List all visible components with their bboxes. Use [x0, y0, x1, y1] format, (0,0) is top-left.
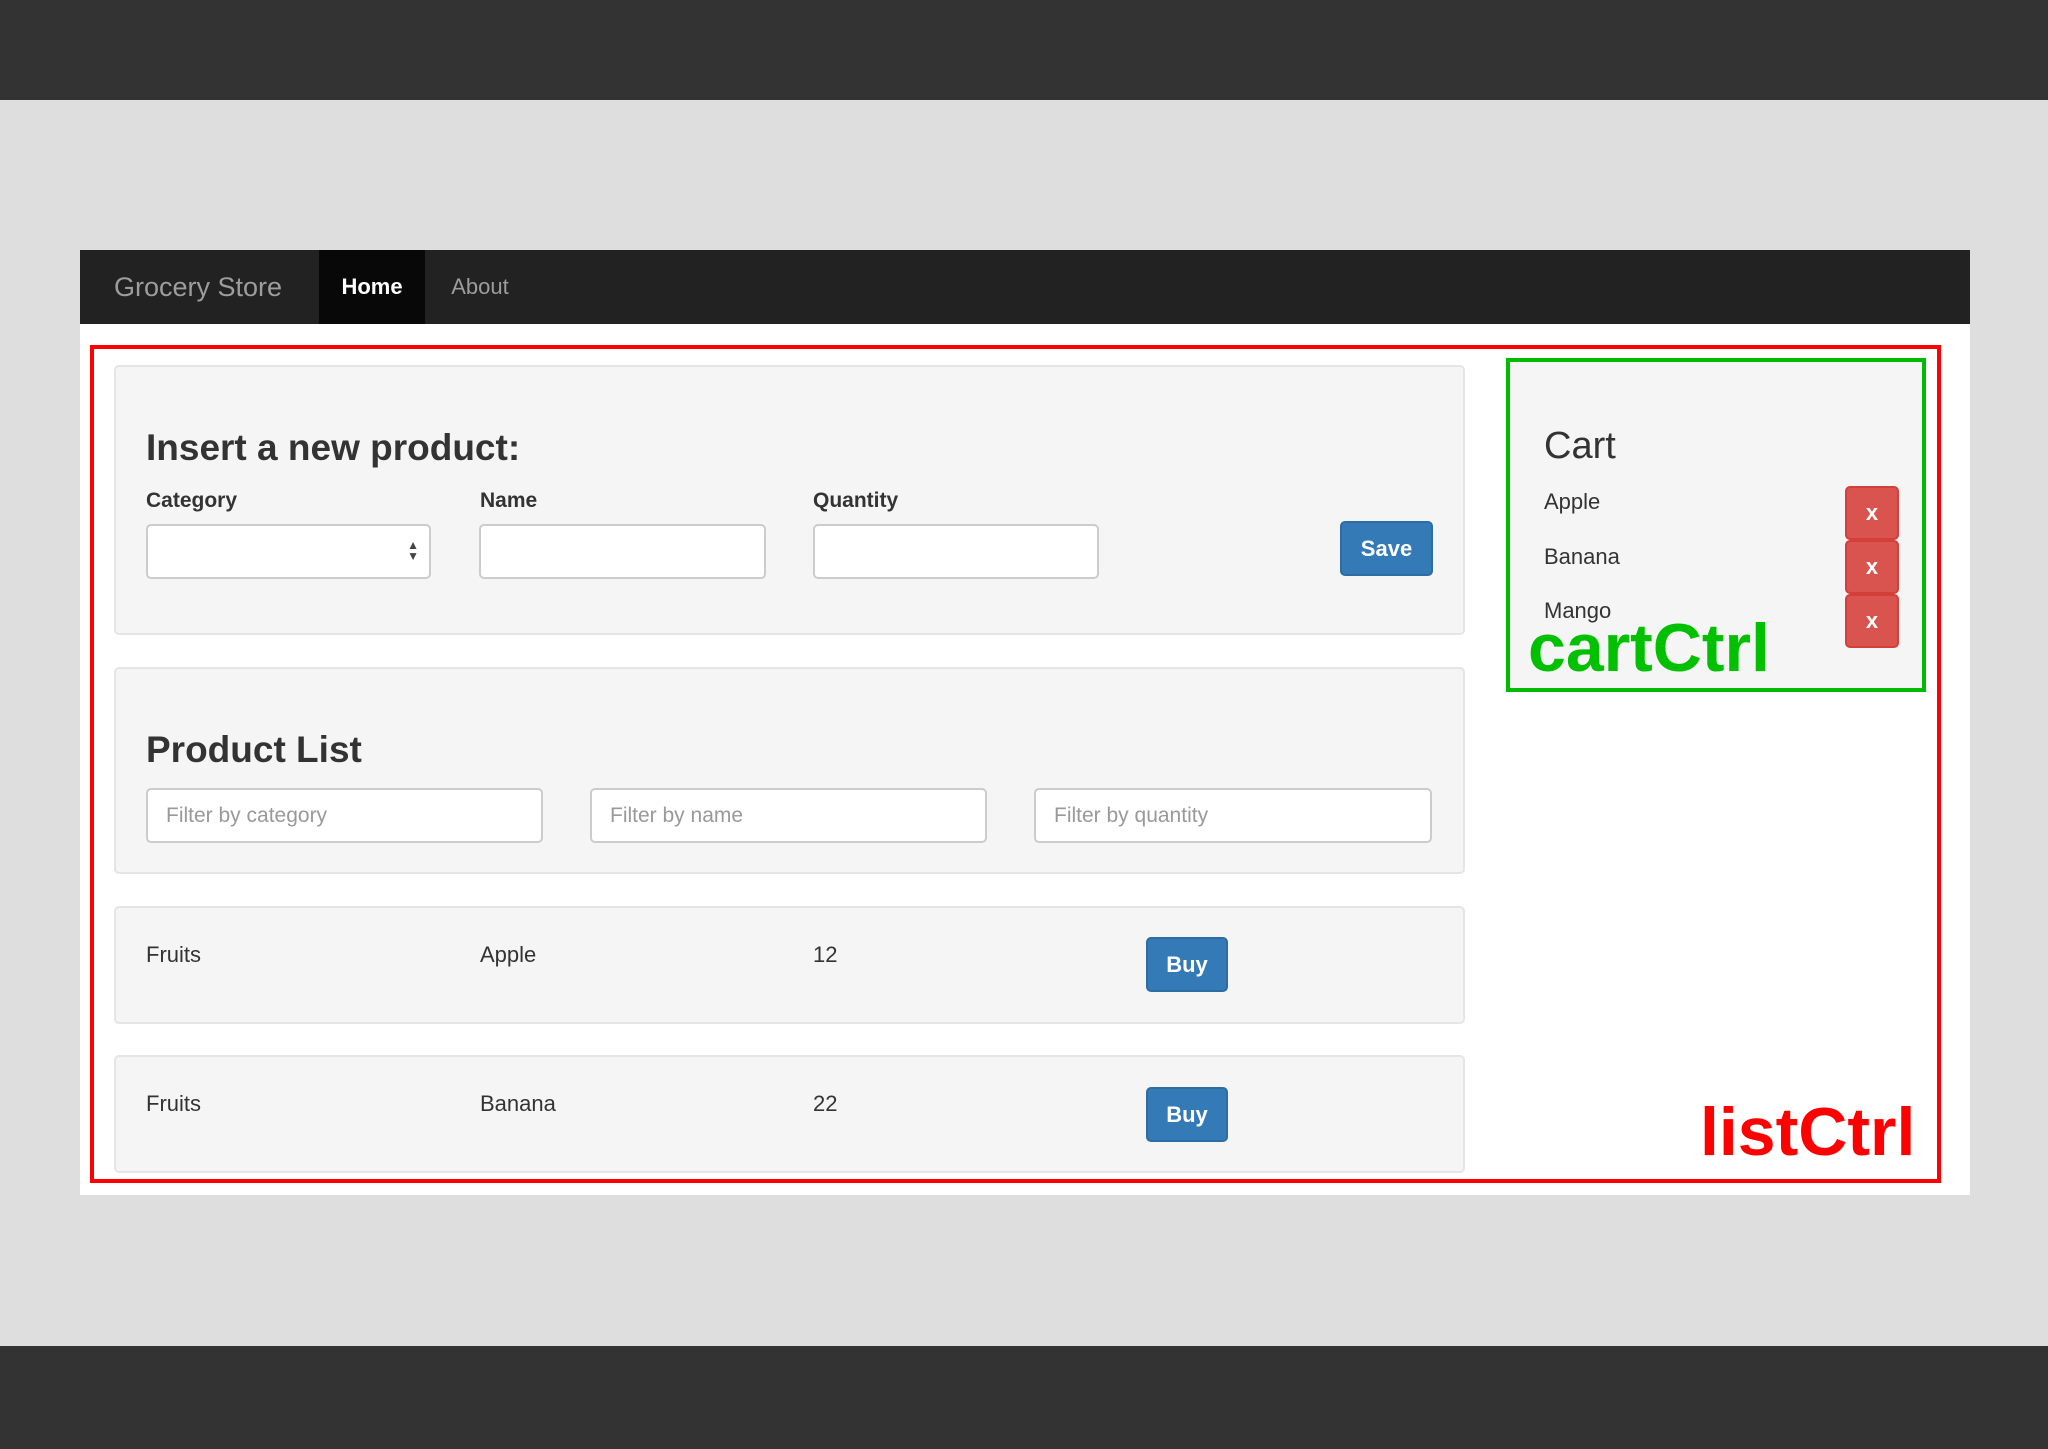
nav-item-about[interactable]: About: [425, 250, 535, 324]
bottom-frame-band: [0, 1346, 2048, 1449]
cart-controller-label: cartCtrl: [1528, 610, 1770, 686]
navbar: Grocery Store Home About: [80, 250, 1970, 324]
list-controller-label: listCtrl: [1700, 1094, 1916, 1170]
nav-item-home[interactable]: Home: [319, 250, 425, 324]
navbar-brand[interactable]: Grocery Store: [114, 250, 282, 324]
top-frame-band: [0, 0, 2048, 100]
